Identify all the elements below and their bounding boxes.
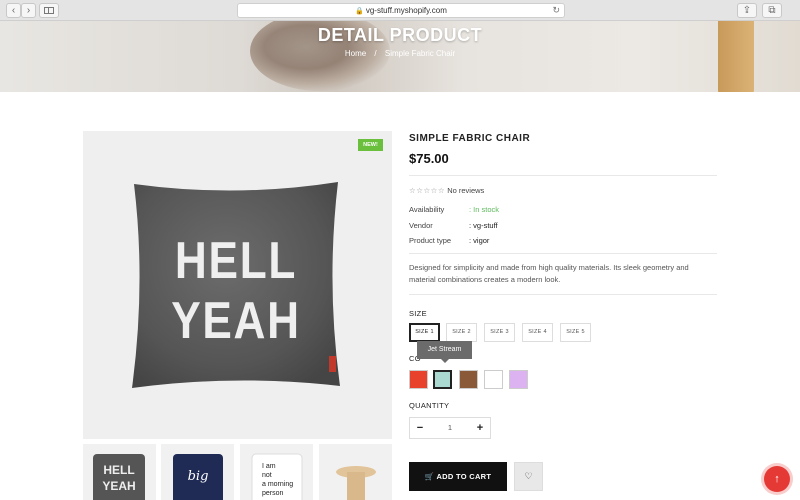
chevron-right-icon: › — [26, 5, 31, 16]
product-price: $75.00 — [409, 151, 449, 166]
thumbnail-1-text-line2: YEAH — [102, 479, 135, 493]
hero-banner: DETAIL PRODUCT Home / Simple Fabric Chai… — [0, 21, 800, 92]
tabs-icon: ⧉ — [768, 5, 776, 16]
url-text: vg-stuff.myshopify.com — [365, 6, 447, 15]
pillow-image: HELL YEAH — [132, 182, 340, 388]
size-option-2[interactable]: SIZE 2 — [446, 323, 477, 342]
availability-value: : In stock — [469, 205, 500, 214]
thumbnail-1-text-line1: HELL — [103, 463, 134, 477]
thumbnail-2-image: big — [173, 454, 223, 500]
add-to-cart-label: ADD TO CART — [436, 472, 492, 481]
size-label: SIZE — [409, 309, 427, 318]
vendor-value: : vg-stuff — [469, 221, 498, 230]
quantity-label: QUANTITY — [409, 401, 450, 410]
divider — [409, 294, 717, 295]
browser-toolbar: ‹ › 🔒 vg-stuff.myshopify.com ↻ ⇪ ⧉ — [0, 0, 800, 21]
vendor-label: Vendor — [409, 221, 433, 230]
divider — [409, 175, 717, 176]
color-swatch-white[interactable] — [484, 370, 503, 389]
thumbnail-1[interactable]: HELL YEAH — [83, 444, 156, 500]
heart-icon: ♡ — [524, 471, 533, 481]
chevron-left-icon: ‹ — [11, 5, 16, 16]
color-swatch-red[interactable] — [409, 370, 428, 389]
page-title: DETAIL PRODUCT — [317, 25, 483, 45]
product-type-value: : vigor — [469, 236, 490, 245]
wishlist-button[interactable]: ♡ — [514, 462, 543, 491]
thumbnail-4[interactable] — [319, 444, 392, 500]
thumbnail-4-image — [336, 466, 376, 500]
color-swatch-brown[interactable] — [459, 370, 478, 389]
size-option-5[interactable]: SIZE 5 — [560, 323, 591, 342]
back-to-top-button[interactable]: ↑ — [764, 466, 790, 492]
quantity-decrease-button[interactable]: − — [410, 418, 430, 438]
share-icon: ⇪ — [742, 5, 752, 16]
color-tooltip: Jet Stream — [417, 341, 472, 363]
thumbnail-2-text: big — [188, 469, 209, 484]
new-badge: NEW! — [358, 139, 383, 151]
pillow-text-line2: YEAH — [171, 292, 301, 350]
rating[interactable]: ☆☆☆☆☆ No reviews — [409, 186, 484, 195]
pillow-text-line1: HELL — [175, 232, 297, 290]
tabs-button[interactable]: ⧉ — [762, 3, 782, 18]
share-button[interactable]: ⇪ — [737, 3, 757, 18]
reviews-count: No reviews — [447, 186, 485, 195]
thumbnail-2[interactable]: big — [161, 444, 234, 500]
thumbnail-3-text-line3: a morning — [262, 481, 293, 488]
thumbnail-strip: HELL YEAH big I am not a morning person — [83, 444, 392, 500]
thumbnail-3[interactable]: I am not a morning person — [240, 444, 313, 500]
thumbnail-3-text-line2: not — [262, 472, 272, 479]
availability-label: Availability — [409, 205, 445, 214]
star-rating-icon: ☆☆☆☆☆ — [409, 186, 446, 195]
thumbnail-3-text-line4: person — [262, 490, 284, 497]
sidebar-icon — [44, 7, 54, 14]
breadcrumb: Home / Simple Fabric Chair — [0, 49, 800, 58]
lock-icon: 🔒 — [355, 8, 364, 15]
quantity-stepper: − 1 + — [409, 417, 491, 439]
forward-button[interactable]: › — [21, 3, 36, 18]
breadcrumb-current: Simple Fabric Chair — [384, 49, 456, 58]
thumbnail-3-text-line1: I am — [262, 463, 276, 470]
product-description: Designed for simplicity and made from hi… — [409, 263, 689, 284]
cart-icon: 🛒 — [424, 472, 437, 481]
add-to-cart-button[interactable]: 🛒 ADD TO CART — [409, 462, 507, 491]
thumbnail-3-image: I am not a morning person — [251, 453, 303, 500]
thumbnail-1-image: HELL YEAH — [93, 454, 145, 500]
quantity-increase-button[interactable]: + — [470, 418, 490, 438]
reload-icon[interactable]: ↻ — [552, 4, 560, 17]
divider — [409, 253, 717, 254]
size-option-1[interactable]: SIZE 1 — [409, 323, 440, 342]
arrow-up-icon: ↑ — [774, 473, 780, 485]
breadcrumb-separator: / — [374, 49, 377, 58]
product-type-label: Product type — [409, 236, 452, 245]
color-swatch-lilac[interactable] — [509, 370, 528, 389]
sidebar-toggle-button[interactable] — [39, 3, 59, 18]
size-option-4[interactable]: SIZE 4 — [522, 323, 553, 342]
size-option-3[interactable]: SIZE 3 — [484, 323, 515, 342]
back-button[interactable]: ‹ — [6, 3, 21, 18]
breadcrumb-home[interactable]: Home — [345, 49, 366, 58]
product-title: SIMPLE FABRIC CHAIR — [409, 133, 531, 144]
quantity-input[interactable]: 1 — [430, 418, 470, 438]
color-swatch-jet-stream[interactable] — [433, 370, 452, 389]
address-bar[interactable]: 🔒 vg-stuff.myshopify.com ↻ — [237, 3, 565, 18]
